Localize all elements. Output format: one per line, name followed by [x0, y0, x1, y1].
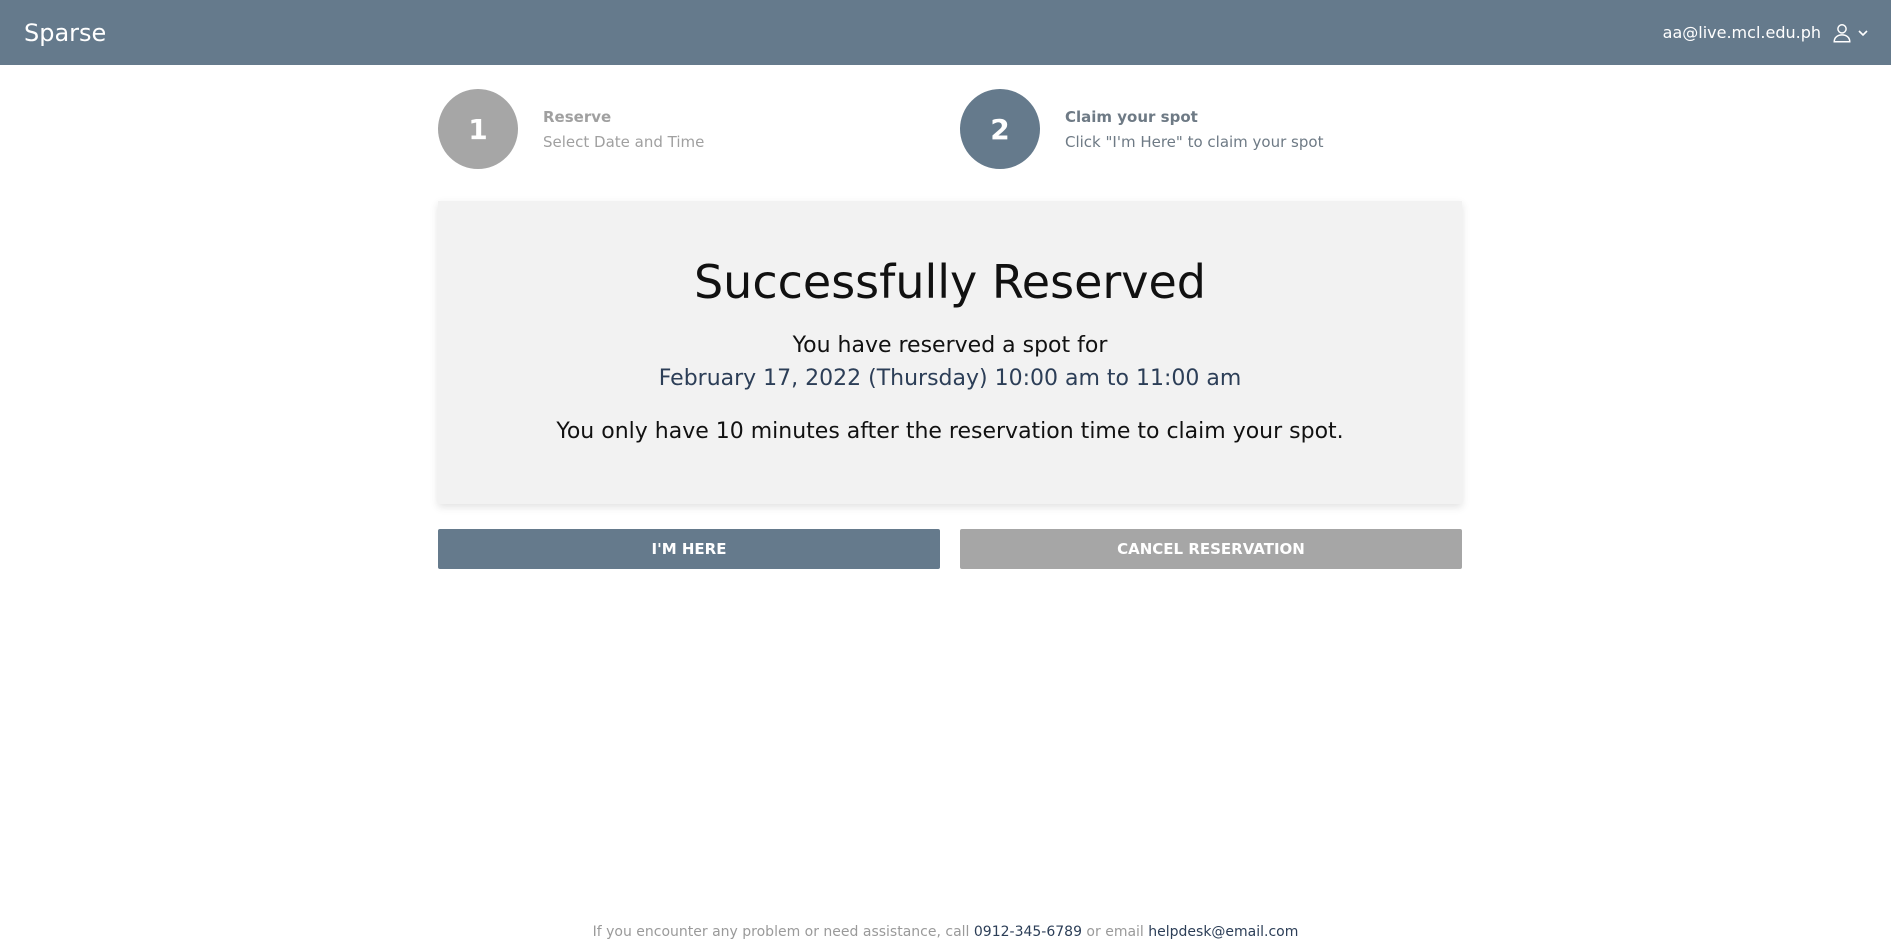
footer-help-text: If you encounter any problem or need ass…: [0, 924, 1891, 940]
step-reserve: 1 Reserve Select Date and Time: [438, 89, 704, 169]
navbar: Sparse aa@live.mcl.edu.ph: [0, 0, 1891, 65]
reserved-spot-text: You have reserved a spot for: [792, 333, 1108, 358]
reservation-confirmation-card: Successfully Reserved You have reserved …: [438, 201, 1462, 504]
chevron-down-icon: [1858, 29, 1868, 36]
step-claim-spot: 2 Claim your spot Click "I'm Here" to cl…: [960, 89, 1323, 169]
confirmation-title: Successfully Reserved: [693, 255, 1207, 309]
claim-time-note: You only have 10 minutes after the reser…: [556, 419, 1344, 444]
step-subtitle: Click "I'm Here" to claim your spot: [1065, 132, 1324, 151]
step-title: Reserve: [543, 107, 612, 126]
cancel-reservation-button[interactable]: CANCEL RESERVATION: [960, 529, 1462, 569]
user-icon: [1833, 23, 1851, 42]
footer-prefix: If you encounter any problem or need ass…: [592, 924, 974, 940]
step-subtitle: Select Date and Time: [543, 132, 705, 151]
step-number-circle: 1: [438, 89, 518, 169]
reservation-datetime: February 17, 2022 (Thursday) 10:00 am to…: [658, 366, 1242, 391]
step-text: Reserve Select Date and Time: [543, 108, 704, 151]
im-here-button[interactable]: I'M HERE: [438, 529, 940, 569]
helpdesk-email-link[interactable]: helpdesk@email.com: [1148, 924, 1298, 940]
footer-middle: or email: [1081, 924, 1149, 940]
step-number-circle: 2: [960, 89, 1040, 169]
step-title: Claim your spot: [1065, 107, 1198, 126]
step-text: Claim your spot Click "I'm Here" to clai…: [1065, 108, 1323, 151]
progress-steps: 1 Reserve Select Date and Time 2 Claim y…: [438, 89, 1462, 169]
user-menu[interactable]: aa@live.mcl.edu.ph: [1663, 22, 1869, 44]
user-email: aa@live.mcl.edu.ph: [1662, 23, 1821, 42]
helpdesk-phone-link[interactable]: 0912-345-6789: [974, 924, 1082, 940]
brand-logo[interactable]: Sparse: [24, 19, 106, 47]
